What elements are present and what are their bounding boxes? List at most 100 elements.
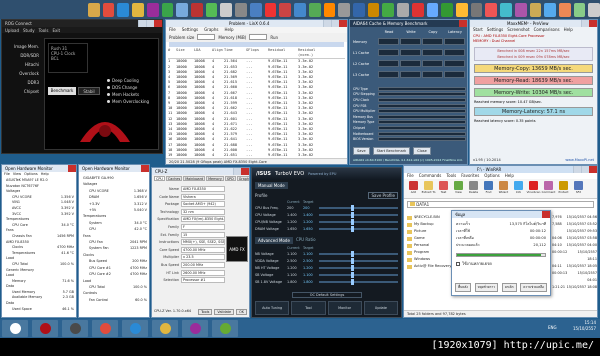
toolbar-info-button[interactable]: Info bbox=[512, 180, 525, 197]
toolbar-delete-button[interactable]: Delete bbox=[467, 180, 480, 197]
start-benchmark-button[interactable]: Start Benchmark bbox=[372, 147, 411, 155]
app-icon[interactable] bbox=[397, 2, 409, 17]
stabil-button[interactable]: Stabil bbox=[78, 87, 100, 95]
toolbar-find-button[interactable]: Find bbox=[482, 180, 495, 197]
benchmark-button[interactable]: Benchmark bbox=[48, 87, 76, 95]
tree-row[interactable]: Used Space 46.1 % bbox=[4, 307, 74, 313]
menu-item-help[interactable]: Help bbox=[224, 27, 233, 33]
tab-advanced-mode[interactable]: Advanced Mode bbox=[255, 237, 293, 244]
cpuz-taskbar-button[interactable] bbox=[212, 320, 238, 337]
tab-memory[interactable]: Memory bbox=[206, 176, 224, 181]
close-button[interactable] bbox=[154, 20, 162, 27]
menu-item-options[interactable]: Options bbox=[24, 172, 38, 177]
slider-handle-icon[interactable] bbox=[350, 250, 354, 257]
app-icon[interactable] bbox=[426, 2, 439, 17]
menu-item-file[interactable]: File bbox=[407, 173, 414, 179]
toolbar-comment-button[interactable]: Comment bbox=[542, 180, 555, 197]
tab-graphics[interactable]: Graphics bbox=[236, 176, 249, 181]
ps-icon[interactable] bbox=[146, 2, 159, 17]
close-button[interactable]: Close bbox=[413, 147, 431, 155]
app-icon[interactable] bbox=[367, 2, 380, 17]
turbov-slider[interactable] bbox=[319, 250, 398, 257]
menu-item-study[interactable]: Study bbox=[23, 28, 35, 33]
app-icon[interactable] bbox=[544, 2, 556, 17]
toolbar-add-button[interactable]: Add bbox=[407, 180, 420, 197]
app-icon[interactable] bbox=[441, 2, 453, 17]
slider-handle-icon[interactable] bbox=[350, 264, 354, 271]
menu-item-favorites[interactable]: Favorites bbox=[461, 173, 479, 179]
multithread-checkbox[interactable] bbox=[456, 261, 460, 266]
update-button[interactable]: Update bbox=[363, 301, 398, 315]
app-icon[interactable] bbox=[323, 2, 336, 17]
menu-item-help[interactable]: Help bbox=[505, 173, 514, 179]
app-icon[interactable] bbox=[588, 2, 600, 17]
close-button[interactable] bbox=[241, 168, 249, 175]
slider-handle-icon[interactable] bbox=[350, 271, 354, 278]
toolbar-protect-button[interactable]: Protect bbox=[557, 180, 570, 197]
menu-item-tools[interactable]: Tools bbox=[39, 28, 49, 33]
menu-item-help[interactable]: Help bbox=[41, 172, 49, 177]
tab-spd[interactable]: SPD bbox=[224, 176, 236, 181]
dialog-button-3[interactable]: ความช่วยเหลือ bbox=[520, 283, 547, 292]
toolbar-sfx-button[interactable]: SFX bbox=[572, 180, 585, 197]
app-icon[interactable] bbox=[294, 2, 306, 17]
monitor-button[interactable]: Monitor bbox=[327, 301, 362, 315]
start-taskbar-button[interactable] bbox=[2, 320, 28, 337]
slider-handle-icon[interactable] bbox=[350, 257, 354, 264]
app-icon[interactable] bbox=[455, 2, 468, 17]
menu-item-comparisons[interactable]: Comparisons bbox=[534, 27, 560, 33]
app-icon[interactable] bbox=[559, 2, 571, 17]
turbov-slider[interactable] bbox=[319, 271, 398, 278]
menu-item-file[interactable]: File bbox=[4, 172, 10, 177]
save-profile-button[interactable]: Save Profile bbox=[368, 192, 398, 199]
tool-button[interactable]: Tool bbox=[291, 301, 326, 315]
app-icon[interactable] bbox=[382, 2, 395, 17]
toolbar-extract-to-button[interactable]: Extract To bbox=[422, 180, 435, 197]
app-icon[interactable] bbox=[514, 2, 527, 17]
slider-handle-icon[interactable] bbox=[350, 211, 354, 218]
app-icon[interactable] bbox=[338, 2, 350, 17]
dialog-button-1[interactable]: หยุดชั่วคราว bbox=[474, 283, 499, 292]
system-clock[interactable]: 15:14 15/10/2557 bbox=[573, 320, 596, 332]
validate-button[interactable]: Validate bbox=[214, 309, 235, 315]
tab-mainboard[interactable]: Mainboard bbox=[183, 176, 206, 181]
turbov-slider[interactable] bbox=[319, 264, 398, 271]
red-icon[interactable] bbox=[264, 2, 277, 17]
slider-handle-icon[interactable] bbox=[350, 204, 354, 211]
turbov-slider[interactable] bbox=[319, 278, 398, 285]
app-icon[interactable] bbox=[573, 2, 586, 17]
tree-row[interactable]: Fan Control 60.0 % bbox=[81, 297, 147, 303]
mail-icon[interactable] bbox=[249, 2, 262, 17]
turbov-slider[interactable] bbox=[319, 225, 398, 232]
toolbar-virusscan-button[interactable]: VirusScan bbox=[527, 180, 540, 197]
chrome-icon[interactable] bbox=[102, 2, 115, 17]
app-icon[interactable] bbox=[308, 2, 321, 17]
menu-item-tools[interactable]: Tools bbox=[446, 173, 456, 179]
toolbar-wizard-button[interactable]: Wizard bbox=[497, 180, 510, 197]
close-button[interactable] bbox=[68, 165, 76, 172]
winrar-path-field[interactable]: DATA1 bbox=[407, 201, 594, 208]
menu-item-settings[interactable]: Settings bbox=[182, 27, 198, 33]
close-button[interactable] bbox=[589, 20, 597, 27]
rog-taskbar-button[interactable] bbox=[32, 320, 58, 337]
slider-handle-icon[interactable] bbox=[350, 218, 354, 225]
turbov-slider[interactable] bbox=[319, 257, 398, 264]
save-button[interactable]: Save bbox=[353, 147, 370, 155]
app-icon[interactable] bbox=[411, 2, 424, 17]
menu-item-exit[interactable]: Exit bbox=[52, 28, 60, 33]
rog-option[interactable]: Mem Hackets bbox=[107, 91, 157, 98]
close-button[interactable] bbox=[339, 20, 347, 27]
app-icon[interactable] bbox=[470, 2, 483, 17]
gpu-icon[interactable] bbox=[205, 2, 218, 17]
close-button[interactable] bbox=[141, 165, 149, 172]
toolbar-test-button[interactable]: Test bbox=[437, 180, 450, 197]
slider-handle-icon[interactable] bbox=[350, 225, 354, 232]
app-icon[interactable] bbox=[529, 2, 542, 17]
rog-option[interactable]: DOS Change bbox=[107, 84, 157, 91]
turbov-slider[interactable] bbox=[319, 204, 398, 211]
menu-item-upload[interactable]: Upload bbox=[5, 28, 19, 33]
dialog-button-2[interactable]: ยกเลิก bbox=[501, 283, 517, 292]
rog-option[interactable]: Deep Cooling bbox=[107, 77, 157, 84]
menu-item-view[interactable]: View bbox=[13, 172, 21, 177]
menu-item-file[interactable]: File bbox=[169, 27, 176, 33]
